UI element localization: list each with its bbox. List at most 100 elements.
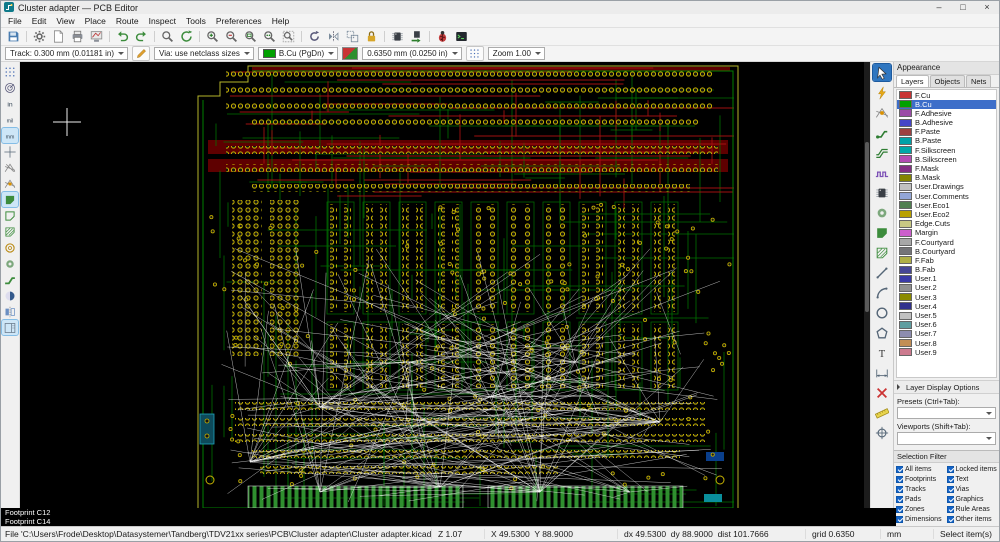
layer-color-swatch[interactable] xyxy=(899,127,912,136)
layer-row[interactable]: User.3 xyxy=(897,293,996,302)
selection-filter-item[interactable]: Pads xyxy=(896,495,947,504)
curved-ratsnest-button[interactable] xyxy=(2,176,18,191)
grid-visibility-button[interactable] xyxy=(2,64,18,79)
layer-row[interactable]: User.6 xyxy=(897,320,996,329)
flip-board-button[interactable] xyxy=(2,304,18,319)
place-via-tool[interactable] xyxy=(873,204,891,221)
zones-outline-button[interactable] xyxy=(2,224,18,239)
canvas-vscrollbar[interactable] xyxy=(864,62,870,508)
menu-item[interactable]: File xyxy=(3,16,27,26)
menu-item[interactable]: Route xyxy=(111,16,144,26)
selection-filter-item[interactable]: Tracks xyxy=(896,485,947,494)
place-footprint-tool[interactable] xyxy=(873,184,891,201)
selection-filter-item[interactable]: Dimensions xyxy=(896,515,947,524)
layer-color-swatch[interactable] xyxy=(899,173,912,182)
selection-filter-item[interactable]: Locked items xyxy=(946,465,998,474)
draw-circle-tool[interactable] xyxy=(873,304,891,321)
crosshair-style-button[interactable] xyxy=(2,144,18,159)
checkbox-icon[interactable] xyxy=(896,506,903,514)
place-text-tool[interactable] xyxy=(873,344,891,361)
layer-row[interactable]: User.Drawings xyxy=(897,182,996,191)
layer-pair-toggle[interactable] xyxy=(342,47,359,60)
script-console-button[interactable] xyxy=(452,29,471,44)
redo-button[interactable] xyxy=(132,29,151,44)
local-ratsnest-tool[interactable] xyxy=(873,104,891,121)
toolbar-button[interactable] xyxy=(298,29,305,44)
menu-item[interactable]: Help xyxy=(267,16,294,26)
layer-color-swatch[interactable] xyxy=(899,182,912,191)
drc-button[interactable] xyxy=(433,29,452,44)
draw-arc-tool[interactable] xyxy=(873,284,891,301)
maximize-button[interactable]: □ xyxy=(951,1,975,14)
route-diff-pair-tool[interactable] xyxy=(873,144,891,161)
layer-color-swatch[interactable] xyxy=(899,91,912,100)
layer-color-swatch[interactable] xyxy=(899,256,912,265)
tracks-outline-button[interactable] xyxy=(2,272,18,287)
toolbar-button[interactable] xyxy=(23,29,30,44)
layer-row[interactable]: User.9 xyxy=(897,348,996,357)
layer-row[interactable]: B.Silkscreen xyxy=(897,155,996,164)
layer-color-swatch[interactable] xyxy=(899,274,912,283)
layer-color-swatch[interactable] xyxy=(899,320,912,329)
origin-tool[interactable] xyxy=(873,424,891,441)
update-pcb-button[interactable] xyxy=(407,29,426,44)
layer-row[interactable]: F.Mask xyxy=(897,164,996,173)
layer-row[interactable]: User.Eco1 xyxy=(897,201,996,210)
pcb-canvas[interactable] xyxy=(20,62,870,526)
layer-color-swatch[interactable] xyxy=(899,155,912,164)
layer-color-swatch[interactable] xyxy=(899,265,912,274)
group-button[interactable] xyxy=(343,29,362,44)
selection-filter-item[interactable]: Other items xyxy=(946,515,998,524)
draw-polygon-tool[interactable] xyxy=(873,324,891,341)
draw-line-tool[interactable] xyxy=(873,264,891,281)
show-ratsnest-button[interactable] xyxy=(2,160,18,175)
layer-color-swatch[interactable] xyxy=(899,109,912,118)
layer-row[interactable]: User.8 xyxy=(897,339,996,348)
vias-outline-button[interactable] xyxy=(2,256,18,271)
layer-row[interactable]: User.4 xyxy=(897,302,996,311)
layer-color-swatch[interactable] xyxy=(899,146,912,155)
find-button[interactable] xyxy=(158,29,177,44)
route-track-tool[interactable] xyxy=(873,124,891,141)
board-setup-button[interactable] xyxy=(30,29,49,44)
page-settings-button[interactable] xyxy=(49,29,68,44)
layer-row[interactable]: B.Paste xyxy=(897,136,996,145)
checkbox-icon[interactable] xyxy=(946,506,954,514)
layers-panel-toggle-button[interactable] xyxy=(1,319,19,336)
layer-color-swatch[interactable] xyxy=(899,339,912,348)
layer-color-swatch[interactable] xyxy=(899,164,912,173)
checkbox-icon[interactable] xyxy=(946,476,954,484)
checkbox-icon[interactable] xyxy=(896,476,903,484)
zones-filled-button[interactable] xyxy=(1,191,19,208)
units-mm-button[interactable] xyxy=(1,127,19,144)
layer-color-swatch[interactable] xyxy=(899,228,912,237)
layer-row[interactable]: User.7 xyxy=(897,329,996,338)
layer-color-swatch[interactable] xyxy=(899,118,912,127)
menu-item[interactable]: View xyxy=(51,16,79,26)
measure-tool[interactable] xyxy=(873,404,891,421)
checkbox-icon[interactable] xyxy=(896,516,903,524)
menu-item[interactable]: Tools xyxy=(181,16,211,26)
undo-button[interactable] xyxy=(113,29,132,44)
toolbar-button[interactable] xyxy=(381,29,388,44)
high-contrast-button[interactable] xyxy=(2,288,18,303)
menu-item[interactable]: Preferences xyxy=(211,16,267,26)
grid-select[interactable]: 0.6350 mm (0.0250 in) xyxy=(362,47,462,60)
layer-color-swatch[interactable] xyxy=(899,302,912,311)
track-width-select[interactable]: Track: 0.300 mm (0.01181 in) xyxy=(5,47,129,60)
polar-coordinates-button[interactable] xyxy=(2,80,18,95)
refresh-button[interactable] xyxy=(177,29,196,44)
layer-row[interactable]: F.Silkscreen xyxy=(897,146,996,155)
grid-settings-button[interactable] xyxy=(465,46,484,61)
layer-color-swatch[interactable] xyxy=(899,238,912,247)
draw-zone-tool[interactable] xyxy=(873,224,891,241)
layer-row[interactable]: B.Mask xyxy=(897,173,996,182)
layer-display-options-expander[interactable]: Layer Display Options xyxy=(894,380,999,394)
checkbox-icon[interactable] xyxy=(946,486,954,494)
footprint-editor-button[interactable] xyxy=(388,29,407,44)
selection-filter-item[interactable]: Graphics xyxy=(946,495,998,504)
zoom-selection-button[interactable] xyxy=(279,29,298,44)
layer-row[interactable]: F.Fab xyxy=(897,256,996,265)
layer-color-swatch[interactable] xyxy=(899,210,912,219)
checkbox-icon[interactable] xyxy=(896,466,903,474)
